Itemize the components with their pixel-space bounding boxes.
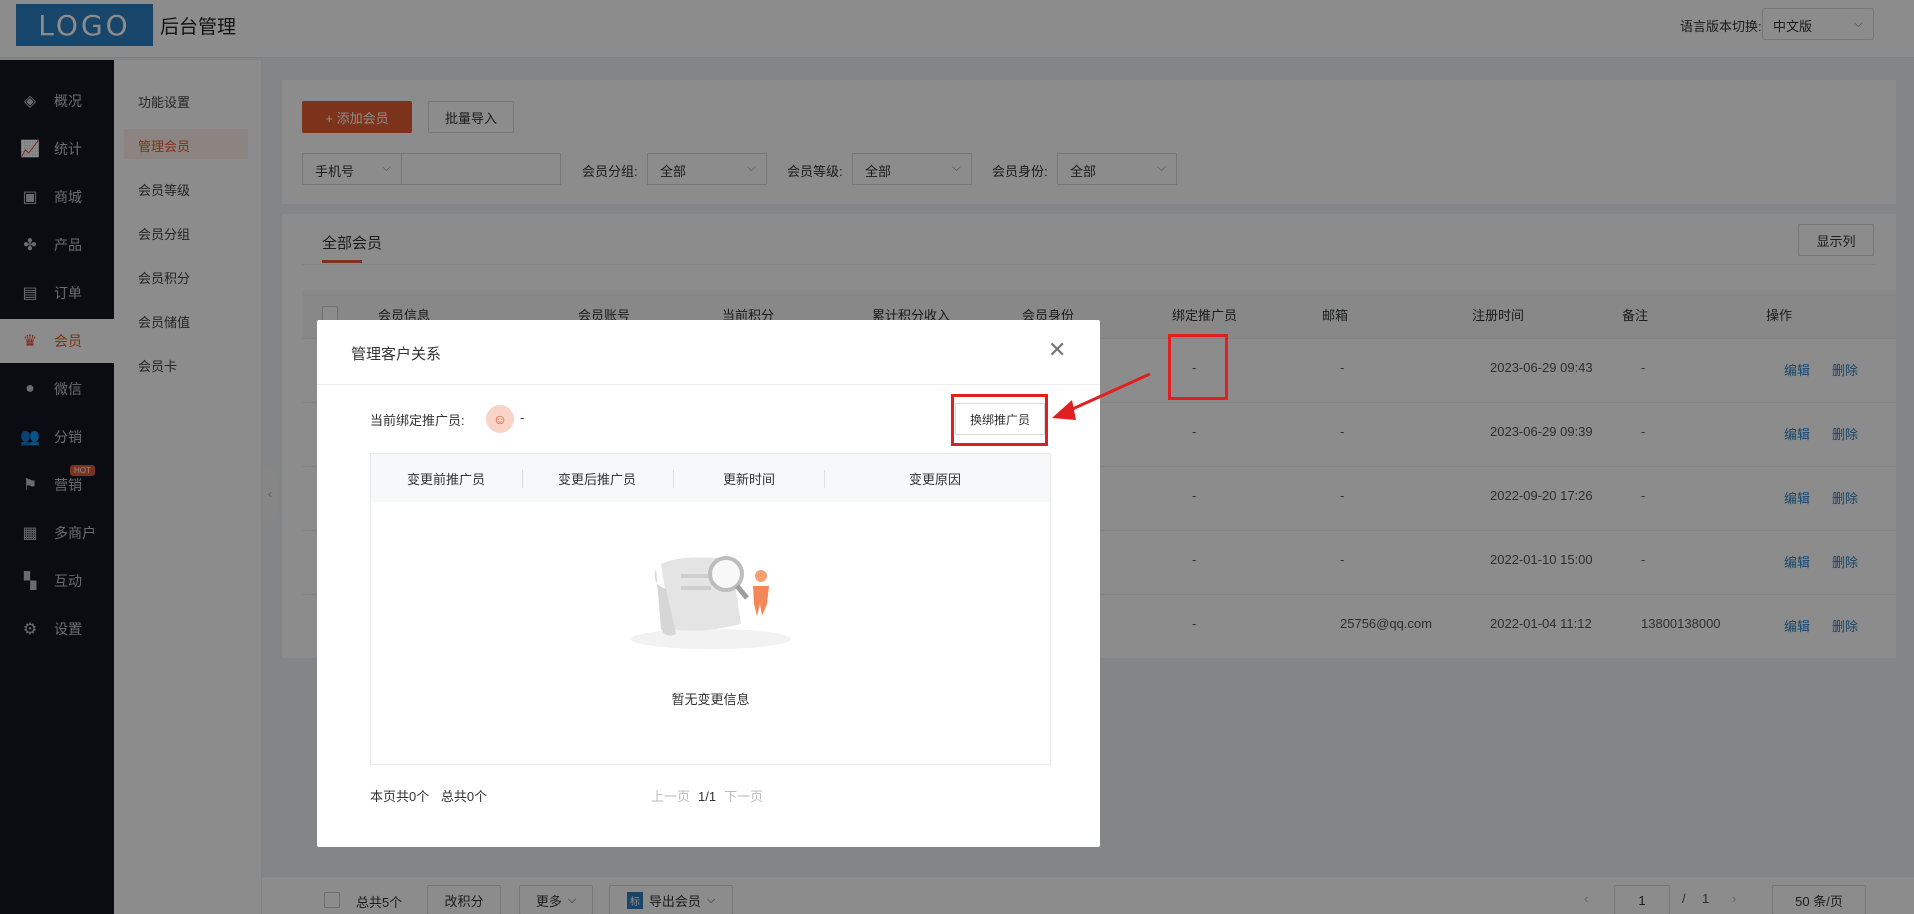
empty-state-text: 暂无变更信息 xyxy=(671,692,750,707)
table-header: 变更前推广员 变更后推广员 更新时间 变更原因 xyxy=(371,454,1050,502)
highlight-box-rebind xyxy=(951,394,1048,446)
column-header: 变更后推广员 xyxy=(558,472,637,487)
pagination: 上一页 1/1 下一页 xyxy=(651,786,763,805)
column-divider xyxy=(522,470,523,488)
column-divider xyxy=(824,470,825,488)
column-header: 更新时间 xyxy=(723,472,776,487)
page-indicator: 1/1 xyxy=(698,789,717,804)
change-history-table: 变更前推广员 变更后推广员 更新时间 变更原因 暂无变更信息 xyxy=(370,453,1051,765)
column-divider xyxy=(673,470,674,488)
next-page-button[interactable]: 下一页 xyxy=(724,789,763,804)
column-header: 变更前推广员 xyxy=(407,472,486,487)
pagination-info: 本页共0个 总共0个 xyxy=(370,786,487,805)
column-header: 变更原因 xyxy=(909,472,962,487)
avatar: ☺ xyxy=(486,405,514,433)
empty-state-illustration xyxy=(631,556,791,649)
close-icon[interactable]: ✕ xyxy=(1048,337,1066,363)
total-count: 总共0个 xyxy=(440,789,488,804)
divider xyxy=(317,384,1100,385)
current-promoter-value: - xyxy=(520,410,525,425)
prev-page-button[interactable]: 上一页 xyxy=(651,789,690,804)
page-count: 本页共0个 xyxy=(370,789,430,804)
highlight-box-promoter-cell xyxy=(1168,334,1228,400)
current-promoter-label: 当前绑定推广员: xyxy=(370,413,465,428)
dialog-title: 管理客户关系 xyxy=(351,346,442,363)
